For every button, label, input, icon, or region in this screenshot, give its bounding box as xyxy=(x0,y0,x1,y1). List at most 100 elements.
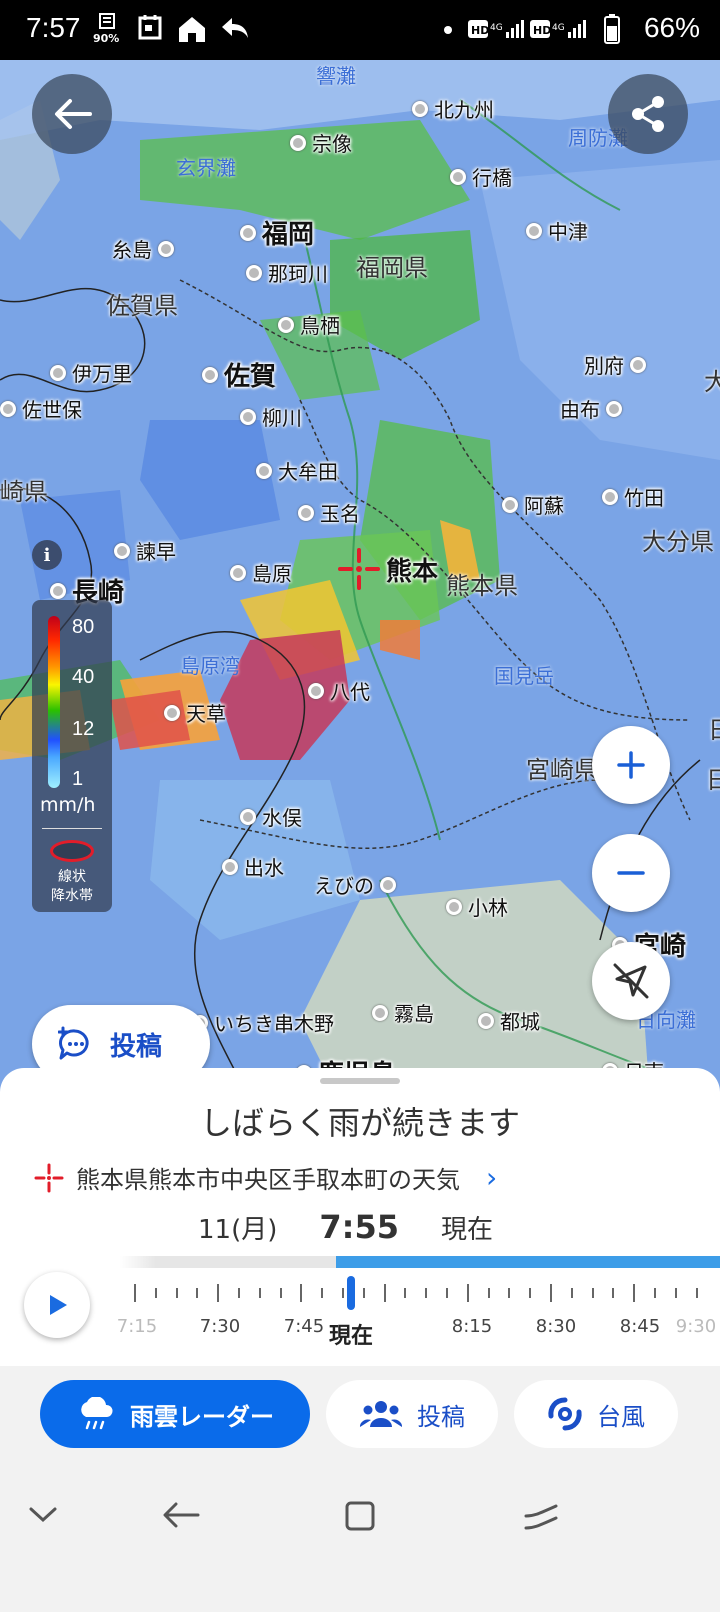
tab-posts[interactable]: 投稿 xyxy=(326,1380,498,1448)
city-marker[interactable]: 別府 xyxy=(584,350,646,379)
nav-back-button[interactable] xyxy=(160,1498,200,1536)
city-dot-icon xyxy=(446,898,462,915)
city-marker[interactable]: 八代 xyxy=(308,676,370,705)
current-location-marker[interactable]: 熊本 xyxy=(338,548,438,590)
time-slider[interactable]: 7:15 7:30 7:45 8:15 8:30 8:45 9:30 現在 xyxy=(0,1256,720,1366)
location-name: 熊本県熊本市中央区手取本町の天気 xyxy=(76,1166,460,1194)
rain-radar-map[interactable]: 響灘 玄界灘 周防灘 島原湾 国見岳 日向灘 福岡県 佐賀県 熊本県 大分県 宮… xyxy=(0,60,720,1100)
city-marker[interactable]: 行橋 xyxy=(450,162,512,191)
timeline-tick xyxy=(362,1288,365,1298)
svg-text:4G: 4G xyxy=(552,23,565,33)
timeline-handle[interactable] xyxy=(347,1276,355,1310)
city-marker[interactable]: 島原 xyxy=(230,558,292,587)
city-dot-icon xyxy=(380,876,396,893)
timeline-tick xyxy=(508,1288,511,1298)
city-marker[interactable]: 那珂川 xyxy=(246,258,328,287)
city-marker[interactable]: 諫早 xyxy=(114,536,176,565)
tab-typhoon[interactable]: 台風 xyxy=(514,1380,678,1448)
tab-rain-radar[interactable]: 雨雲レーダー xyxy=(40,1380,310,1448)
city-dot-icon xyxy=(158,240,174,257)
timeline-tick xyxy=(446,1288,448,1298)
city-marker[interactable]: 玉名 xyxy=(298,498,360,527)
city-marker[interactable]: 宗像 xyxy=(290,128,352,157)
city-marker[interactable]: 天草 xyxy=(164,698,226,727)
city-marker[interactable]: 糸島 xyxy=(112,234,174,263)
city-marker[interactable]: 水俣 xyxy=(240,802,302,831)
city-marker[interactable]: 伊万里 xyxy=(50,358,132,387)
city-marker[interactable]: 柳川 xyxy=(240,402,302,431)
observation-time: 11(月) 7:55 現在 xyxy=(198,1208,493,1246)
observation-now-label: 現在 xyxy=(440,1215,493,1245)
timeline-tick xyxy=(487,1288,490,1298)
play-button[interactable] xyxy=(24,1272,90,1338)
city-marker[interactable]: 出水 xyxy=(222,852,284,881)
observation-date: 11(月) xyxy=(198,1215,278,1245)
legend-value: 12 xyxy=(72,718,95,740)
timeline-label: 7:15 xyxy=(116,1316,158,1337)
sheet-drag-handle[interactable] xyxy=(320,1078,400,1084)
info-icon[interactable]: i xyxy=(32,540,62,570)
city-marker[interactable]: 由布 xyxy=(560,394,622,423)
current-location-button[interactable] xyxy=(592,942,670,1020)
recents-icon xyxy=(524,1504,558,1530)
city-dot-icon xyxy=(164,704,180,721)
nav-recents-button[interactable] xyxy=(524,1502,558,1536)
city-dot-icon xyxy=(412,100,428,117)
nav-collapse-button[interactable] xyxy=(28,1504,58,1528)
city-dot-icon xyxy=(290,134,306,151)
city-dot-icon xyxy=(606,400,622,417)
timeline-tick xyxy=(238,1288,240,1298)
city-marker[interactable]: えびの xyxy=(314,870,396,899)
city-marker[interactable]: いちき串木野 xyxy=(192,1008,334,1037)
city-dot-icon xyxy=(240,224,256,241)
timeline-tick xyxy=(154,1288,157,1298)
location-weather-link[interactable]: 熊本県熊本市中央区手取本町の天気 › xyxy=(34,1160,497,1195)
timeline-tick xyxy=(695,1288,698,1298)
city-dot-icon xyxy=(502,496,518,513)
sea-label: 島原湾 xyxy=(180,654,240,678)
zoom-out-button[interactable] xyxy=(592,834,670,912)
svg-text:4G: 4G xyxy=(490,23,503,33)
timeline-now-label: 現在 xyxy=(328,1324,374,1349)
crosshair-icon xyxy=(34,1163,64,1192)
city-marker[interactable]: 佐賀 xyxy=(202,356,276,393)
city-marker[interactable]: 北九州 xyxy=(412,94,494,123)
city-marker[interactable]: 中津 xyxy=(526,216,588,245)
timeline-tick xyxy=(466,1284,469,1302)
home-icon xyxy=(176,14,208,48)
reply-icon xyxy=(220,14,250,46)
city-marker[interactable]: 鳥栖 xyxy=(278,310,340,339)
back-button[interactable] xyxy=(32,74,112,154)
city-marker[interactable]: 竹田 xyxy=(602,482,664,511)
timeline-tick xyxy=(404,1288,407,1298)
system-navigation-bar xyxy=(0,1466,720,1612)
city-marker[interactable]: 阿蘇 xyxy=(502,490,564,519)
timeline-tick xyxy=(612,1288,615,1298)
city-marker[interactable]: 大牟田 xyxy=(256,456,338,485)
timeline-tick xyxy=(279,1288,282,1298)
city-marker[interactable]: 霧島 xyxy=(372,998,434,1027)
city-marker[interactable]: 佐世保 xyxy=(0,394,82,423)
square-home-icon xyxy=(345,1501,375,1531)
sea-label: 響灘 xyxy=(316,64,356,88)
zoom-in-button[interactable] xyxy=(592,726,670,804)
timeline-tick xyxy=(342,1288,344,1298)
city-marker[interactable]: 小林 xyxy=(446,892,508,921)
typhoon-icon xyxy=(548,1397,582,1431)
nav-home-button[interactable] xyxy=(344,1500,376,1536)
city-dot-icon xyxy=(114,542,130,559)
city-marker[interactable]: 福岡 xyxy=(240,214,314,251)
timeline-tick xyxy=(550,1284,552,1302)
legend-divider xyxy=(42,828,102,829)
svg-text:HD: HD xyxy=(533,24,551,37)
city-marker[interactable]: 都城 xyxy=(478,1006,540,1035)
city-dot-icon xyxy=(0,400,16,417)
share-button[interactable] xyxy=(608,74,688,154)
battery-icon xyxy=(604,14,620,48)
legend-color-bar xyxy=(48,616,60,788)
precipitation-legend: 80 40 12 1 mm/h 線状 降水帯 xyxy=(32,600,112,912)
bottom-tab-bar: 雨雲レーダー 投稿 台風 xyxy=(0,1366,720,1466)
back-arrow-icon xyxy=(163,1502,200,1528)
timeline-label: 9:30 xyxy=(675,1316,717,1337)
play-icon xyxy=(50,1295,67,1315)
